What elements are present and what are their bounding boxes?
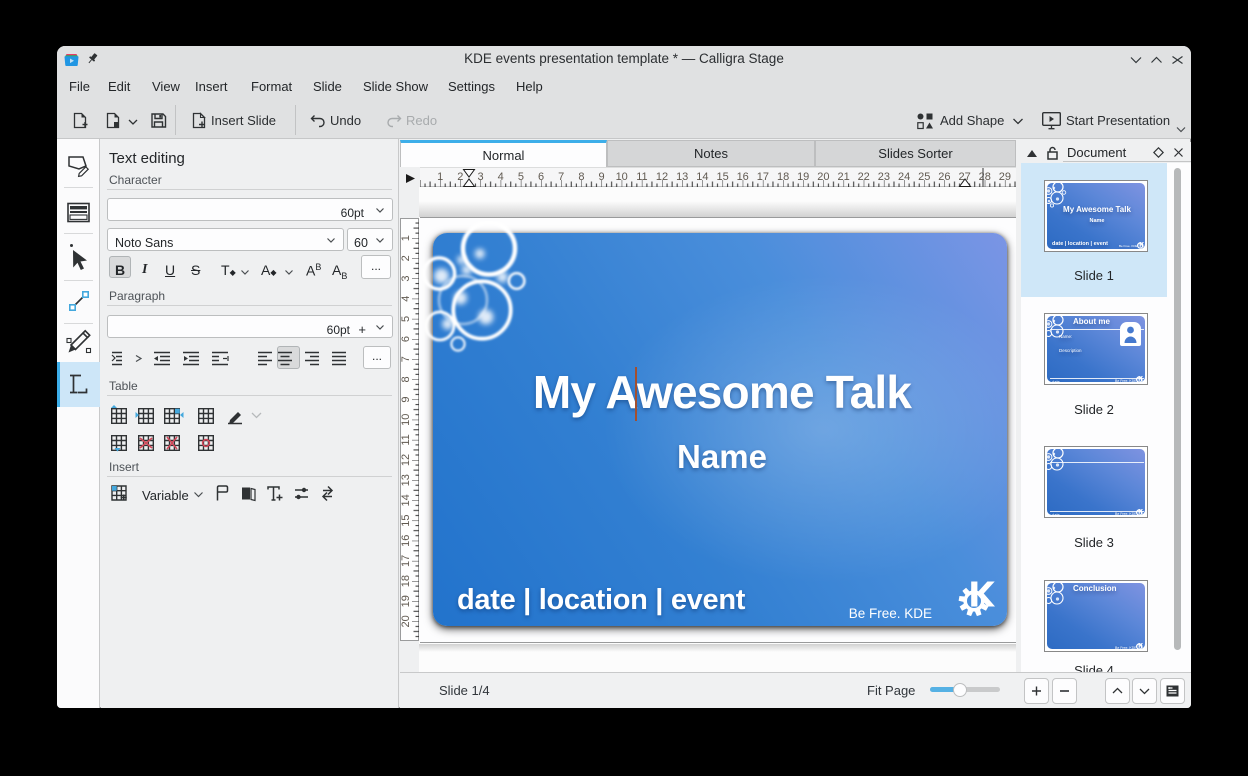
svg-text:14: 14 [401,494,412,506]
svg-text:4: 4 [401,296,412,302]
svg-text:15: 15 [401,514,412,526]
svg-text:10: 10 [401,414,412,426]
svg-text:5: 5 [401,316,412,322]
svg-text:16: 16 [401,535,412,547]
svg-text:20: 20 [401,615,412,627]
svg-text:3: 3 [401,275,412,281]
svg-text:8: 8 [401,376,412,382]
svg-text:6: 6 [401,336,412,342]
svg-text:2: 2 [401,255,412,261]
svg-text:19: 19 [401,595,412,607]
svg-text:11: 11 [401,434,412,445]
svg-text:12: 12 [401,454,412,466]
svg-text:1: 1 [401,235,412,241]
svg-text:13: 13 [401,474,412,486]
svg-text:18: 18 [401,575,412,587]
svg-text:17: 17 [401,555,412,567]
svg-text:9: 9 [401,396,412,402]
svg-text:7: 7 [401,356,412,362]
